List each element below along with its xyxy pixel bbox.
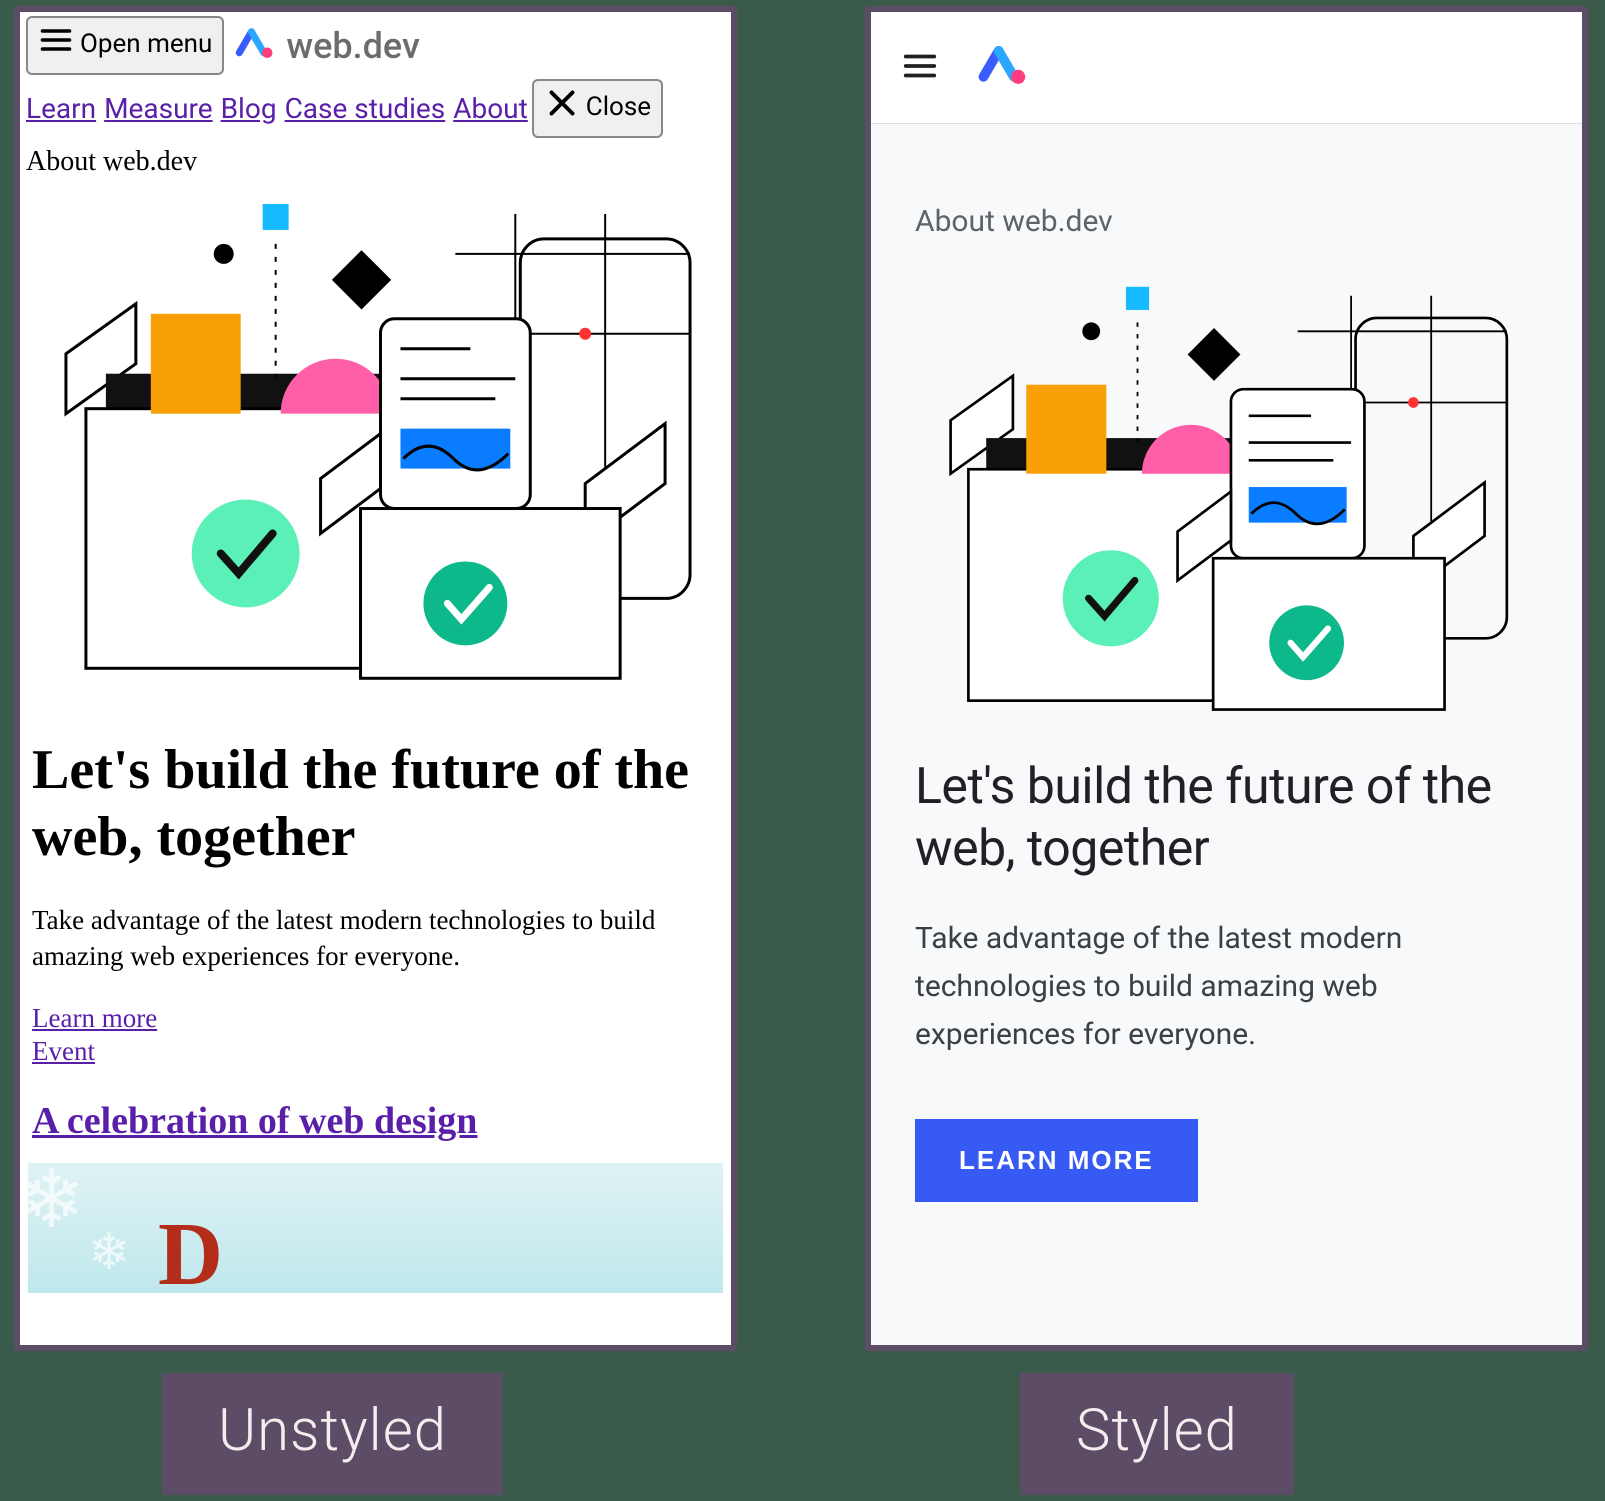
unstyled-preview: Open menu web.dev Learn Measure Blog Cas… xyxy=(14,6,737,1351)
hamburger-icon xyxy=(38,22,74,65)
unstyled-nav: Learn Measure Blog Case studies About Cl… xyxy=(20,79,731,138)
styled-body: Take advantage of the latest modern tech… xyxy=(915,915,1538,1059)
caption-styled: Styled xyxy=(1020,1373,1294,1495)
unstyled-body: Take advantage of the latest modern tech… xyxy=(20,880,731,975)
nav-about[interactable]: About xyxy=(453,92,528,125)
close-icon xyxy=(544,85,580,128)
nav-blog[interactable]: Blog xyxy=(221,92,277,125)
close-menu-button[interactable]: Close xyxy=(532,79,663,138)
nav-measure[interactable]: Measure xyxy=(104,92,213,125)
nav-learn[interactable]: Learn xyxy=(26,92,96,125)
learn-more-link[interactable]: Learn more xyxy=(32,1003,719,1034)
hero-illustration xyxy=(915,269,1538,732)
unstyled-headline: Let's build the future of the web, toget… xyxy=(20,709,731,879)
unstyled-kicker: About web.dev xyxy=(20,138,731,178)
nav-case-studies[interactable]: Case studies xyxy=(285,92,446,125)
event-link[interactable]: Event xyxy=(32,1036,719,1067)
styled-topbar xyxy=(871,12,1582,124)
hamburger-icon[interactable] xyxy=(901,47,939,89)
event-banner-image: ❄ ❄ D xyxy=(28,1163,723,1293)
logo-text: web.dev xyxy=(286,25,419,67)
logo-mark-icon xyxy=(234,23,276,69)
caption-unstyled: Unstyled xyxy=(162,1373,503,1495)
celebration-heading-link[interactable]: A celebration of web design xyxy=(32,1100,477,1142)
styled-preview: About web.dev xyxy=(865,6,1588,1351)
logo-mark-icon[interactable] xyxy=(977,40,1029,96)
hero-illustration xyxy=(20,178,731,709)
close-label: Close xyxy=(586,92,651,122)
styled-headline: Let's build the future of the web, toget… xyxy=(915,756,1538,881)
styled-kicker: About web.dev xyxy=(915,204,1538,239)
open-menu-label: Open menu xyxy=(80,29,212,59)
open-menu-button[interactable]: Open menu xyxy=(26,16,224,75)
unstyled-header: Open menu web.dev xyxy=(20,12,731,79)
learn-more-button[interactable]: LEARN MORE xyxy=(915,1119,1198,1202)
styled-content: About web.dev xyxy=(871,124,1582,1345)
